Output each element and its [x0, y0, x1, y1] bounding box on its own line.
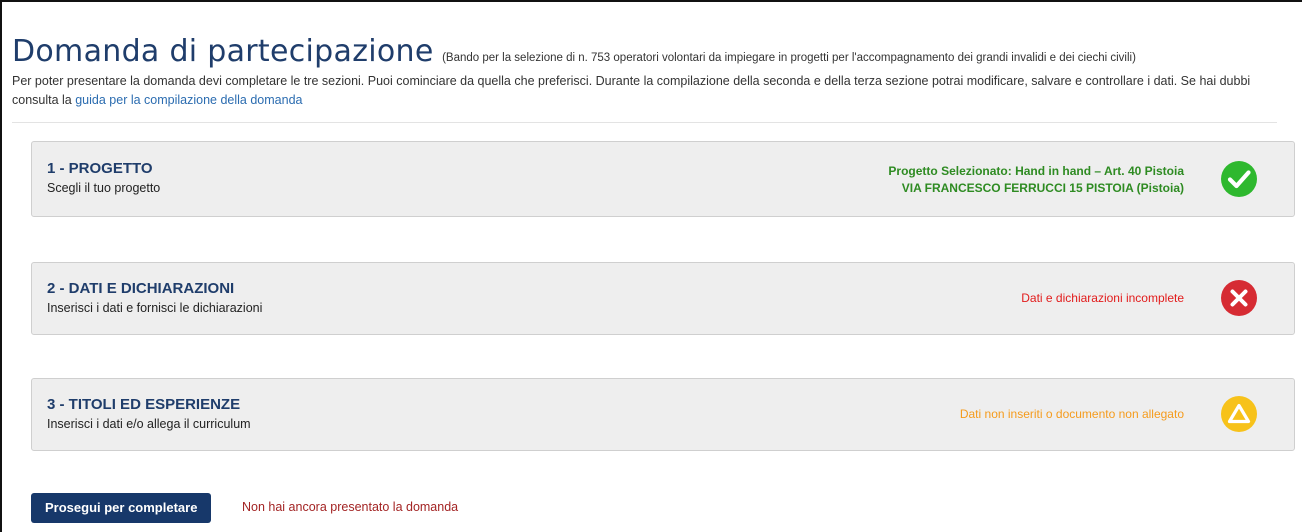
section-status: Progetto Selezionato: Hand in hand – Art… — [888, 163, 1184, 197]
section-card-dati[interactable]: 2 - DATI E DICHIARAZIONI Inserisci i dat… — [31, 262, 1295, 335]
x-circle-icon — [1221, 280, 1257, 316]
section-title: 3 - TITOLI ED ESPERIENZE — [47, 396, 241, 413]
divider — [12, 122, 1277, 123]
status-line-project: Progetto Selezionato: Hand in hand – Art… — [888, 164, 1184, 178]
continue-button[interactable]: Prosegui per completare — [31, 493, 212, 523]
intro-text: Per poter presentare la domanda devi com… — [12, 72, 1282, 110]
section-description: Inserisci i dati e/o allega il curriculu… — [47, 417, 251, 431]
guide-link[interactable]: guida per la compilazione della domanda — [75, 93, 302, 107]
section-card-titoli[interactable]: 3 - TITOLI ED ESPERIENZE Inserisci i dat… — [31, 378, 1295, 451]
page-subtitle: (Bando per la selezione di n. 753 operat… — [442, 52, 1136, 64]
status-line-address: VIA FRANCESCO FERRUCCI 15 PISTOIA (Pisto… — [901, 181, 1184, 195]
check-circle-icon — [1221, 161, 1257, 197]
header: Domanda di partecipazione (Bando per la … — [12, 34, 1136, 69]
section-title: 2 - DATI E DICHIARAZIONI — [47, 280, 235, 297]
section-status: Dati e dichiarazioni incomplete — [1021, 290, 1184, 307]
warning-triangle-icon — [1221, 396, 1257, 432]
status-line-missing: Dati non inseriti o documento non allega… — [959, 407, 1184, 421]
section-status: Dati non inseriti o documento non allega… — [960, 406, 1184, 423]
section-title: 1 - PROGETTO — [47, 160, 153, 177]
page-title: Domanda di partecipazione — [12, 34, 434, 69]
status-line-incomplete: Dati e dichiarazioni incomplete — [1021, 291, 1184, 305]
section-description: Scegli il tuo progetto — [47, 181, 161, 195]
section-description: Inserisci i dati e fornisci le dichiaraz… — [47, 301, 263, 315]
submission-notice: Non hai ancora presentato la domanda — [242, 500, 459, 514]
section-card-progetto[interactable]: 1 - PROGETTO Scegli il tuo progetto Prog… — [31, 141, 1295, 217]
